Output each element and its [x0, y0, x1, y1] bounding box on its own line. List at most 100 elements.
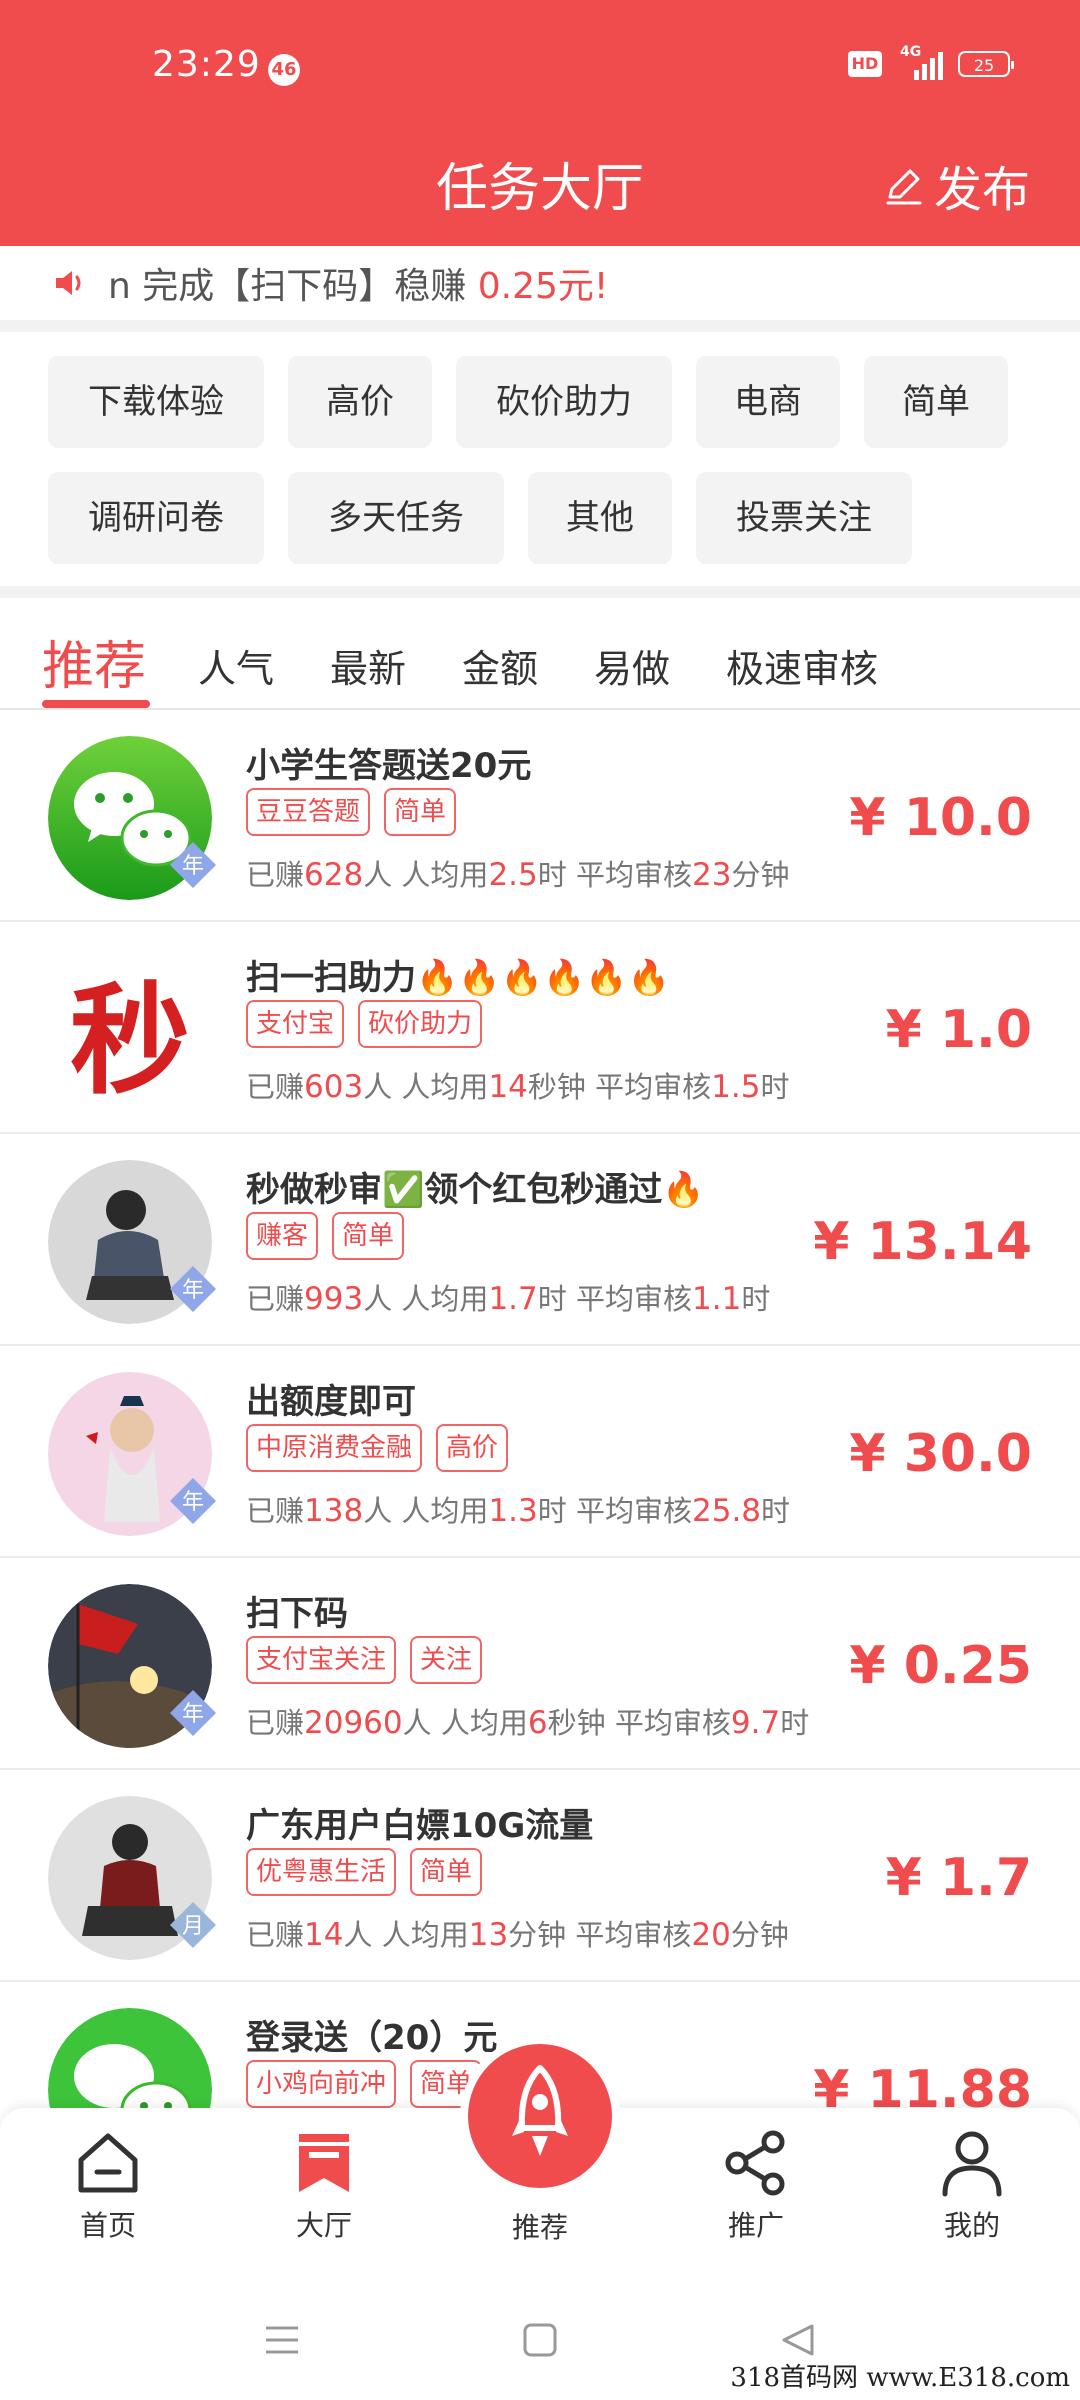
divider — [0, 320, 1080, 332]
category-chip[interactable]: 下载体验 — [48, 356, 264, 448]
task-tags: 优粤惠生活 简单 — [246, 1848, 483, 1896]
task-tags: 小鸡向前冲 简单 — [246, 2060, 483, 2108]
task-price: ¥ 10.0 — [849, 788, 1032, 848]
task-avatar: 月 — [48, 1796, 216, 1960]
task-title: 扫一扫助力🔥🔥🔥🔥🔥🔥 — [246, 958, 671, 998]
nav-mine[interactable]: 我的 — [902, 2128, 1042, 2244]
tab-amount[interactable]: 金额 — [462, 638, 538, 693]
nav-hall[interactable]: 大厅 — [254, 2128, 394, 2244]
category-chip[interactable]: 砍价助力 — [456, 356, 672, 448]
category-chip[interactable]: 其他 — [528, 472, 672, 564]
task-price: ¥ 30.0 — [849, 1424, 1032, 1484]
category-chip[interactable]: 投票关注 — [696, 472, 912, 564]
notice-bar[interactable]: n 完成【扫下码】稳赚 0.25元! — [0, 246, 1080, 320]
notice-amount: 0.25元! — [477, 266, 609, 307]
task-row[interactable]: 年 扫下码 支付宝关注 关注 已赚20960人 人均用6秒钟 平均审核9.7时 … — [0, 1558, 1080, 1770]
system-navigation-bar: 318首码网 www.E318.com — [0, 2288, 1080, 2400]
task-avatar: 年 — [48, 1584, 216, 1748]
svg-text:年: 年 — [182, 1702, 204, 1727]
speaker-icon — [56, 271, 81, 295]
vip-year-badge-icon: 年 — [170, 1478, 216, 1524]
task-stats: 已赚20960人 人均用6秒钟 平均审核9.7时 — [246, 1705, 810, 1741]
task-stats: 已赚603人 人均用14秒钟 平均审核1.5时 — [246, 1069, 790, 1105]
task-tags: 支付宝 砍价助力 — [246, 1000, 483, 1048]
vip-year-badge-icon: 年 — [170, 1266, 216, 1312]
task-tag: 豆豆答题 — [246, 788, 371, 836]
task-avatar: 年 — [48, 1160, 216, 1324]
task-price: ¥ 13.14 — [813, 1212, 1032, 1272]
svg-text:年: 年 — [182, 1490, 204, 1515]
task-tag: 简单 — [410, 1848, 483, 1896]
task-price: ¥ 1.7 — [885, 1848, 1032, 1908]
tab-newest[interactable]: 最新 — [330, 638, 406, 693]
task-row[interactable]: 年 秒做秒审✅领个红包秒通过🔥 赚客 简单 已赚993人 人均用1.7时 平均审… — [0, 1134, 1080, 1346]
tab-popular[interactable]: 人气 — [198, 638, 274, 693]
task-title: 小学生答题送20元 — [246, 746, 532, 786]
task-tag: 优粤惠生活 — [246, 1848, 397, 1896]
menu-icon[interactable] — [262, 2320, 302, 2360]
task-tag: 关注 — [410, 1636, 483, 1684]
task-tags: 赚客 简单 — [246, 1212, 405, 1260]
task-tags: 豆豆答题 简单 — [246, 788, 457, 836]
rocket-icon — [512, 2065, 568, 2156]
task-price: ¥ 1.0 — [885, 1000, 1032, 1060]
battery-icon: 25 — [958, 51, 1014, 77]
task-stats: 已赚993人 人均用1.7时 平均审核1.1时 — [246, 1281, 771, 1317]
app-header: 23:29 46 HD 4G 25 任务大厅 发布 — [0, 0, 1080, 246]
publish-label: 发布 — [933, 162, 1030, 218]
share-icon — [725, 2130, 785, 2196]
bookmark-icon — [299, 2134, 349, 2192]
sort-tabs: 推荐 人气 最新 金额 易做 极速审核 — [0, 600, 1080, 710]
task-tag: 中原消费金融 — [246, 1424, 423, 1472]
vip-year-badge-icon: 年 — [170, 1690, 216, 1736]
task-row[interactable]: 年 出额度即可 中原消费金融 高价 已赚138人 人均用1.3时 平均审核25.… — [0, 1346, 1080, 1558]
back-icon[interactable] — [778, 2320, 818, 2360]
tab-fast-review[interactable]: 极速审核 — [726, 638, 878, 693]
task-stats: 已赚628人 人均用2.5时 平均审核23分钟 — [246, 857, 790, 893]
task-avatar: 年 — [48, 1372, 216, 1536]
task-price: ¥ 0.25 — [849, 1636, 1032, 1696]
status-time: 23:29 — [152, 44, 261, 85]
task-tag: 赚客 — [246, 1212, 319, 1260]
recommend-button[interactable] — [468, 2044, 612, 2188]
user-icon — [942, 2131, 1002, 2197]
nav-promote[interactable]: 推广 — [686, 2128, 826, 2244]
nav-home[interactable]: 首页 — [38, 2128, 178, 2244]
divider — [0, 586, 1080, 598]
tab-recommend[interactable]: 推荐 — [42, 624, 146, 699]
recommend-label: 推荐 — [511, 2211, 568, 2244]
publish-button[interactable]: 发布 — [882, 150, 1030, 220]
active-tab-indicator — [42, 700, 150, 708]
svg-text:月: 月 — [182, 1914, 204, 1939]
status-icons: HD 4G 25 — [848, 44, 1014, 80]
task-title: 广东用户白嫖10G流量 — [246, 1806, 594, 1846]
task-row[interactable]: 秒 扫一扫助力🔥🔥🔥🔥🔥🔥 支付宝 砍价助力 已赚603人 人均用14秒钟 平均… — [0, 922, 1080, 1134]
task-tag: 支付宝关注 — [246, 1636, 397, 1684]
category-chip[interactable]: 多天任务 — [288, 472, 504, 564]
signal-icon: 4G — [900, 44, 943, 80]
task-tag: 简单 — [384, 788, 457, 836]
vip-month-badge-icon: 月 — [170, 1902, 216, 1948]
task-title: 登录送（20）元 — [246, 2018, 498, 2058]
task-avatar: 年 — [48, 736, 216, 900]
task-tag: 小鸡向前冲 — [246, 2060, 397, 2108]
edit-icon — [886, 169, 922, 205]
category-chip[interactable]: 调研问卷 — [48, 472, 264, 564]
tab-easy[interactable]: 易做 — [594, 638, 670, 693]
svg-text:年: 年 — [182, 1278, 204, 1303]
watermark: 318首码网 www.E318.com — [730, 2363, 1070, 2393]
task-stats: 已赚14人 人均用13分钟 平均审核20分钟 — [246, 1917, 789, 1953]
task-row[interactable]: 年 小学生答题送20元 豆豆答题 简单 已赚628人 人均用2.5时 平均审核2… — [0, 710, 1080, 922]
task-tag: 支付宝 — [246, 1000, 345, 1048]
svg-text:年: 年 — [182, 854, 204, 879]
task-title: 出额度即可 — [246, 1382, 416, 1422]
miao-calligraphy-icon: 秒 — [48, 948, 212, 1112]
task-stats: 已赚138人 人均用1.3时 平均审核25.8时 — [246, 1493, 791, 1529]
task-row[interactable]: 月 广东用户白嫖10G流量 优粤惠生活 简单 已赚14人 人均用13分钟 平均审… — [0, 1770, 1080, 1982]
category-chip[interactable]: 简单 — [864, 356, 1008, 448]
task-avatar: 秒 — [48, 948, 212, 1112]
home-square-icon[interactable] — [520, 2320, 560, 2360]
category-chip[interactable]: 电商 — [696, 356, 840, 448]
task-tag: 简单 — [332, 1212, 405, 1260]
category-chip[interactable]: 高价 — [288, 356, 432, 448]
